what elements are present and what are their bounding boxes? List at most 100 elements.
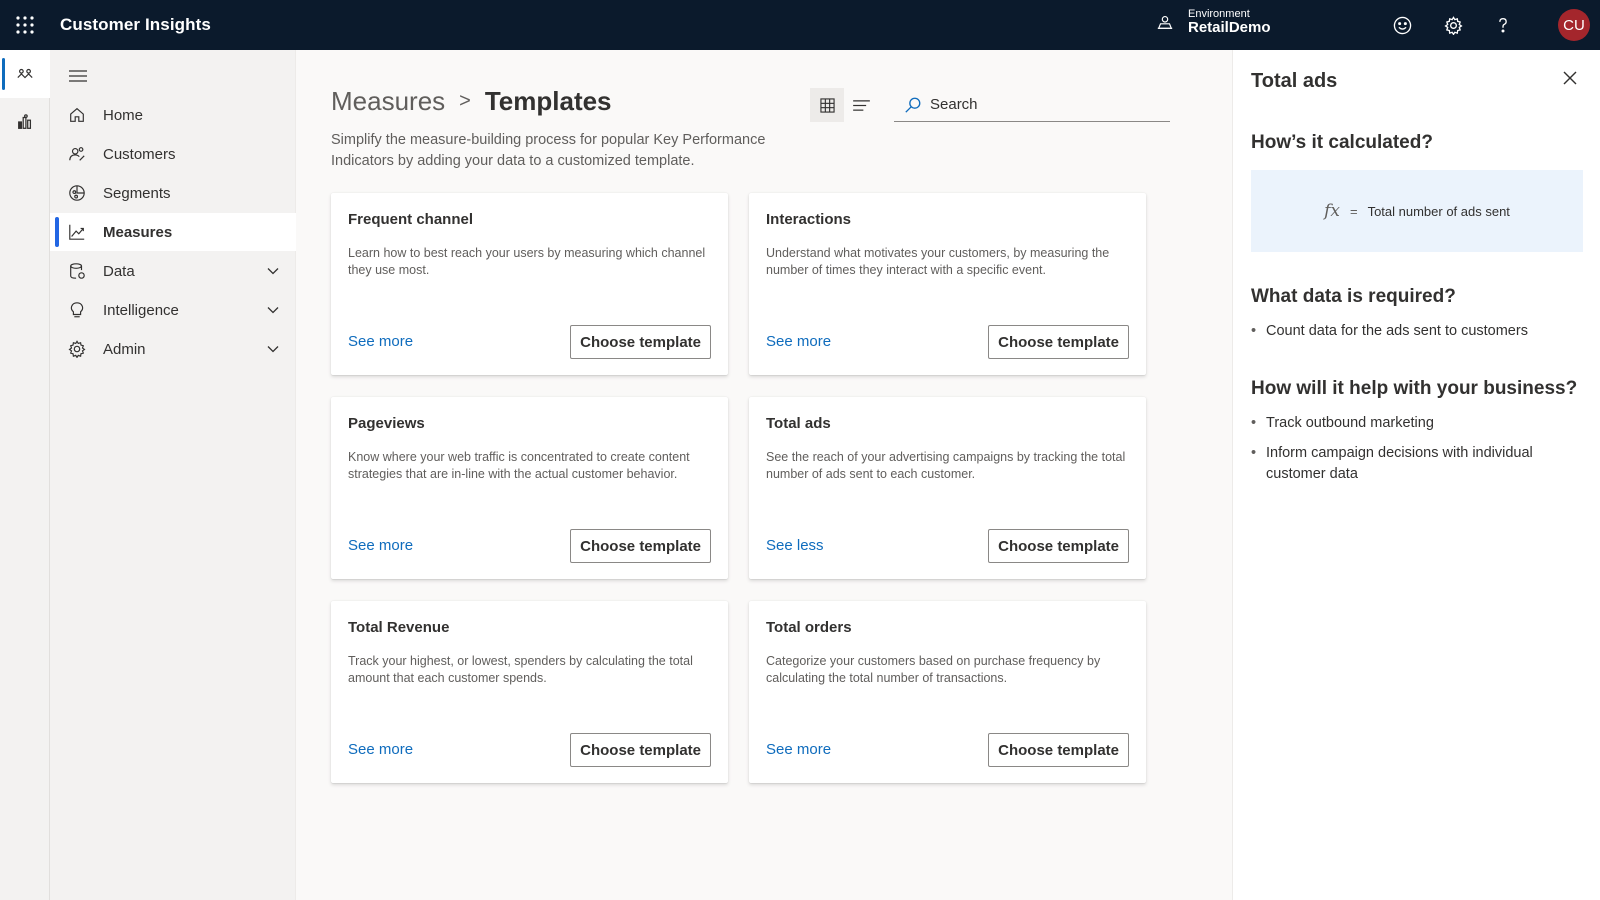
user-avatar[interactable]: CU bbox=[1558, 9, 1590, 41]
template-card-grid: Frequent channel Learn how to best reach… bbox=[331, 193, 1147, 783]
formula-equals: = bbox=[1349, 203, 1358, 219]
list-view-button[interactable] bbox=[844, 88, 878, 122]
top-bar: Customer Insights Environment RetailDemo bbox=[0, 0, 1600, 50]
data-required-heading: What data is required? bbox=[1251, 286, 1456, 307]
template-card-frequent-channel: Frequent channel Learn how to best reach… bbox=[331, 193, 728, 375]
choose-template-button[interactable]: Choose template bbox=[988, 733, 1129, 767]
nav-item-label: Home bbox=[103, 106, 144, 124]
list-item: Count data for the ads sent to customers bbox=[1251, 321, 1581, 342]
card-title: Interactions bbox=[766, 211, 852, 228]
nav-item-label: Intelligence bbox=[103, 301, 179, 319]
choose-template-button[interactable]: Choose template bbox=[988, 529, 1129, 563]
breadcrumb-measures-link[interactable]: Measures bbox=[331, 86, 445, 117]
nav-list: Home Customers Segments Measures Data In… bbox=[50, 96, 296, 369]
measures-icon bbox=[68, 223, 86, 241]
app-rail bbox=[0, 50, 50, 900]
formula-box: fx = Total number of ads sent bbox=[1251, 170, 1583, 252]
app-title[interactable]: Customer Insights bbox=[60, 15, 211, 35]
chevron-down-icon[interactable] bbox=[266, 342, 280, 356]
nav-item-label: Customers bbox=[103, 145, 176, 163]
chevron-down-icon[interactable] bbox=[266, 264, 280, 278]
nav-item-intelligence[interactable]: Intelligence bbox=[50, 291, 296, 329]
data-required-list: Count data for the ads sent to customers bbox=[1251, 321, 1581, 351]
nav-item-measures[interactable]: Measures bbox=[50, 213, 296, 251]
card-description: Categorize your customers based on purch… bbox=[766, 654, 1101, 685]
view-toggle bbox=[810, 88, 878, 122]
choose-template-button[interactable]: Choose template bbox=[988, 325, 1129, 359]
chevron-down-icon[interactable] bbox=[266, 303, 280, 317]
choose-template-button[interactable]: Choose template bbox=[570, 733, 711, 767]
grid-view-button[interactable] bbox=[810, 88, 844, 122]
page-description: Simplify the measure-building process fo… bbox=[331, 132, 766, 169]
page-title: Templates bbox=[484, 86, 612, 116]
rail-customer-insights[interactable] bbox=[0, 50, 50, 98]
card-description: Understand what motivates your customers… bbox=[766, 246, 1110, 277]
choose-template-button[interactable]: Choose template bbox=[570, 529, 711, 563]
details-panel: Total ads How’s it calculated? fx = Tota… bbox=[1232, 50, 1600, 900]
grid-view-icon bbox=[819, 97, 835, 113]
help-question-icon[interactable] bbox=[1492, 14, 1514, 36]
see-more-link[interactable]: See more bbox=[348, 741, 413, 758]
list-view-icon bbox=[852, 99, 870, 111]
card-description: See the reach of your advertising campai… bbox=[766, 450, 1126, 481]
nav-item-label: Segments bbox=[103, 184, 171, 202]
side-navigation: Home Customers Segments Measures Data In… bbox=[50, 50, 296, 900]
card-title: Total ads bbox=[766, 415, 831, 432]
card-description: Know where your web traffic is concentra… bbox=[348, 450, 690, 481]
breadcrumb-separator: > bbox=[459, 90, 471, 112]
nav-item-label: Data bbox=[103, 262, 135, 280]
card-title: Total orders bbox=[766, 619, 852, 636]
choose-template-button[interactable]: Choose template bbox=[570, 325, 711, 359]
nav-item-customers[interactable]: Customers bbox=[50, 135, 296, 173]
see-more-link[interactable]: See more bbox=[766, 741, 831, 758]
function-fx-icon: fx bbox=[1324, 201, 1340, 221]
business-help-heading: How will it help with your business? bbox=[1251, 378, 1578, 399]
settings-gear-icon[interactable] bbox=[1442, 14, 1464, 36]
top-bar-right: Environment RetailDemo CU bbox=[1120, 0, 1600, 50]
search-input[interactable] bbox=[930, 96, 1150, 113]
data-icon bbox=[68, 262, 86, 280]
business-help-list: Track outbound marketing Inform campaign… bbox=[1251, 413, 1581, 494]
template-card-total-ads: Total ads See the reach of your advertis… bbox=[749, 397, 1146, 579]
list-item: Inform campaign decisions with individua… bbox=[1251, 443, 1581, 485]
nav-item-home[interactable]: Home bbox=[50, 96, 296, 134]
nav-item-label: Measures bbox=[103, 223, 173, 241]
template-card-total-revenue: Total Revenue Track your highest, or low… bbox=[331, 601, 728, 783]
see-less-link[interactable]: See less bbox=[766, 537, 824, 554]
card-title: Pageviews bbox=[348, 415, 425, 432]
card-title: Frequent channel bbox=[348, 211, 474, 228]
card-description: Track your highest, or lowest, spenders … bbox=[348, 654, 693, 685]
card-title: Total Revenue bbox=[348, 619, 450, 636]
environment-value: RetailDemo bbox=[1188, 19, 1271, 37]
environment-picker[interactable]: Environment RetailDemo bbox=[1154, 8, 1271, 37]
card-description: Learn how to best reach your users by me… bbox=[348, 246, 706, 277]
see-more-link[interactable]: See more bbox=[348, 537, 413, 554]
template-card-total-orders: Total orders Categorize your customers b… bbox=[749, 601, 1146, 783]
formula-text: Total number of ads sent bbox=[1367, 203, 1510, 219]
close-icon[interactable] bbox=[1562, 70, 1578, 86]
admin-gear-icon bbox=[68, 340, 86, 358]
nav-item-label: Admin bbox=[103, 340, 146, 358]
home-icon bbox=[68, 106, 86, 124]
customers-icon bbox=[68, 145, 86, 163]
nav-item-admin[interactable]: Admin bbox=[50, 330, 296, 368]
see-more-link[interactable]: See more bbox=[348, 333, 413, 350]
hamburger-menu-icon[interactable] bbox=[66, 64, 90, 88]
search-icon bbox=[905, 97, 921, 113]
main-content: Measures > Templates Simplify the measur… bbox=[296, 50, 1232, 900]
list-item: Track outbound marketing bbox=[1251, 413, 1581, 434]
audience-insights-icon bbox=[17, 68, 33, 79]
rail-engagement-insights[interactable] bbox=[0, 98, 50, 146]
see-more-link[interactable]: See more bbox=[766, 333, 831, 350]
feedback-smiley-icon[interactable] bbox=[1391, 14, 1413, 36]
template-card-interactions: Interactions Understand what motivates y… bbox=[749, 193, 1146, 375]
panel-title: Total ads bbox=[1251, 70, 1338, 92]
nav-item-segments[interactable]: Segments bbox=[50, 174, 296, 212]
nav-item-data[interactable]: Data bbox=[50, 252, 296, 290]
search-box[interactable] bbox=[894, 88, 1170, 122]
segments-icon bbox=[68, 184, 86, 202]
engagement-insights-icon bbox=[18, 114, 32, 129]
app-launcher-icon[interactable] bbox=[0, 0, 50, 50]
intelligence-lightbulb-icon bbox=[68, 301, 86, 319]
calculation-heading: How’s it calculated? bbox=[1251, 132, 1433, 153]
